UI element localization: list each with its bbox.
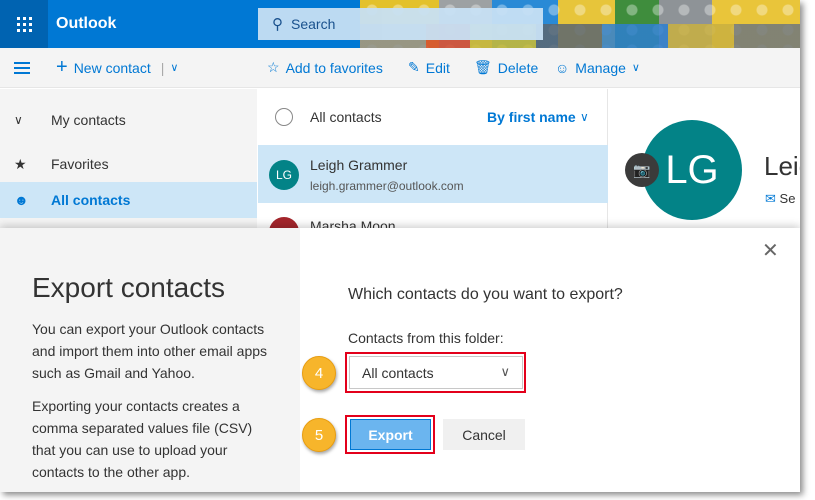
export-button[interactable]: Export: [350, 419, 431, 450]
dialog-description-1: You can export your Outlook contacts and…: [32, 321, 268, 381]
contact-list: All contacts By first name ∨ LG Leigh Gr…: [258, 89, 608, 247]
divider: |: [160, 59, 165, 76]
step-callout-5: 5: [302, 418, 336, 452]
manage-button[interactable]: ☺ Manage ∨: [555, 60, 640, 76]
edit-label: Edit: [425, 59, 450, 76]
contact-name-heading: Leig: [764, 151, 800, 181]
sidebar-item-favorites[interactable]: ★ Favorites: [0, 146, 257, 182]
folder-select-value: All contacts: [362, 364, 434, 381]
step-callout-4: 4: [302, 356, 336, 390]
delete-button[interactable]: 🗑 Delete: [474, 59, 538, 76]
send-email-label: Se: [779, 191, 796, 206]
trash-icon: 🗑: [474, 59, 492, 75]
contact-row[interactable]: LG Leigh Grammer leigh.grammer@outlook.c…: [258, 145, 608, 203]
new-contact-button[interactable]: + New contact | ∨: [56, 56, 178, 79]
sidebar-item-all-contacts[interactable]: ☻ All contacts: [0, 182, 257, 218]
list-header: All contacts By first name ∨: [258, 89, 608, 145]
sidebar: ∨ My contacts ★ Favorites ☻ All contacts: [0, 89, 257, 229]
contact-detail-pane: LG 📷 Leig ✉ Se: [609, 89, 800, 229]
contact-name: Leigh Grammer: [310, 157, 408, 173]
sidebar-item-label: My contacts: [51, 112, 126, 128]
export-question: Which contacts do you want to export?: [348, 286, 623, 303]
send-email-link[interactable]: ✉ Se: [765, 191, 795, 207]
chevron-down-icon[interactable]: ∨: [580, 110, 589, 124]
sidebar-item-label: All contacts: [51, 192, 131, 208]
chevron-down-icon[interactable]: ∨: [170, 61, 178, 74]
plus-icon: +: [56, 56, 68, 78]
pencil-icon: ✎: [408, 59, 420, 75]
avatar: LG: [269, 160, 299, 190]
manage-label: Manage: [575, 59, 626, 76]
export-contacts-dialog: Export contacts You can export your Outl…: [0, 228, 800, 492]
cancel-button[interactable]: Cancel: [443, 419, 525, 450]
sort-dropdown[interactable]: By first name: [487, 109, 576, 125]
camera-icon[interactable]: 📷: [625, 153, 659, 187]
chevron-down-icon: ∨: [631, 62, 640, 74]
contact-email: leigh.grammer@outlook.com: [310, 179, 464, 193]
top-bar: Outlook ⚲ Search: [0, 0, 800, 48]
waffle-icon: [16, 16, 32, 32]
close-icon[interactable]: ✕: [762, 238, 779, 263]
app-launcher-button[interactable]: [0, 0, 48, 48]
folder-label: Contacts from this folder:: [348, 330, 504, 346]
star-icon: ★: [14, 155, 27, 172]
person-icon: ☻: [14, 192, 29, 208]
chevron-down-icon: ∨: [500, 364, 510, 379]
sidebar-item-label: Favorites: [51, 156, 109, 172]
chevron-down-icon: ∨: [14, 113, 23, 127]
outlook-window: Outlook ⚲ Search + New contact | ∨ ☆ Add…: [0, 0, 800, 492]
sidebar-item-my-contacts[interactable]: ∨ My contacts: [0, 102, 257, 138]
add-to-favorites-button[interactable]: ☆ Add to favorites: [267, 59, 383, 76]
dialog-info-panel: Export contacts You can export your Outl…: [0, 228, 300, 492]
hamburger-menu-icon[interactable]: [14, 62, 30, 77]
mail-icon: ✉: [765, 191, 776, 206]
search-input[interactable]: ⚲ Search: [258, 8, 543, 40]
screenshot-stage: Outlook ⚲ Search + New contact | ∨ ☆ Add…: [0, 0, 815, 500]
new-contact-label: New contact: [73, 59, 151, 76]
select-all-checkbox[interactable]: [275, 108, 293, 126]
app-brand[interactable]: Outlook: [56, 15, 116, 33]
dialog-description-2: Exporting your contacts creates a comma …: [32, 398, 253, 480]
command-bar: + New contact | ∨ ☆ Add to favorites ✎ E…: [0, 48, 800, 88]
dialog-title: Export contacts: [32, 272, 225, 303]
add-to-favorites-label: Add to favorites: [285, 59, 383, 76]
edit-button[interactable]: ✎ Edit: [408, 59, 450, 76]
manage-people-icon: ☺: [555, 59, 570, 76]
search-icon: ⚲: [272, 16, 283, 33]
folder-select[interactable]: All contacts ∨: [349, 356, 523, 389]
search-placeholder: Search: [291, 16, 336, 32]
star-outline-icon: ☆: [267, 59, 280, 75]
list-title: All contacts: [310, 109, 382, 125]
delete-label: Delete: [497, 59, 539, 76]
